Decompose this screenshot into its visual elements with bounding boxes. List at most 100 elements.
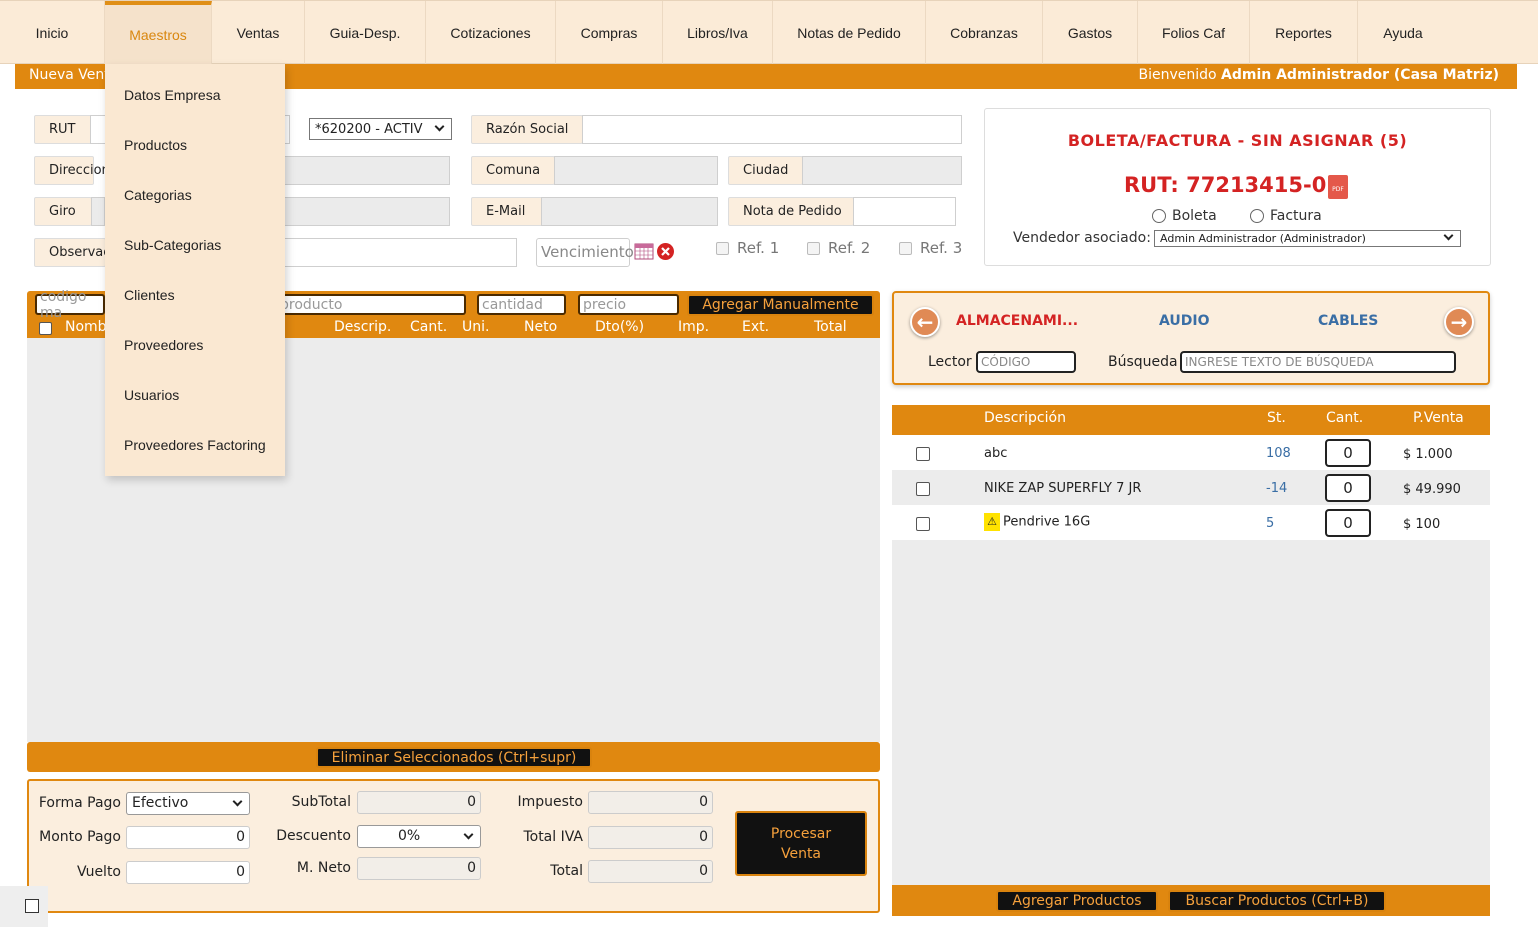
- observacion-field[interactable]: [280, 238, 517, 267]
- corner-panel: [0, 886, 48, 927]
- menu-item-proveedores-factoring[interactable]: Proveedores Factoring: [124, 437, 266, 453]
- nav-reportes[interactable]: Reportes: [1250, 1, 1358, 64]
- nav-cotizaciones[interactable]: Cotizaciones: [426, 1, 556, 64]
- vuelto-field[interactable]: 0: [126, 861, 250, 884]
- subtotal-label: SubTotal: [291, 794, 351, 810]
- nota-pedido-label: Nota de Pedido: [728, 197, 854, 226]
- boleta-radio[interactable]: Boleta: [1152, 208, 1217, 224]
- nota-pedido-field[interactable]: [853, 197, 956, 226]
- nav-maestros[interactable]: Maestros: [105, 1, 212, 64]
- menu-item-usuarios[interactable]: Usuarios: [124, 387, 179, 403]
- lector-input[interactable]: CÓDIGO: [976, 351, 1076, 373]
- menu-item-clientes[interactable]: Clientes: [124, 287, 175, 303]
- add-manual-button[interactable]: Agregar Manualmente: [687, 294, 874, 316]
- ref-2-checkbox[interactable]: Ref. 2: [807, 239, 870, 257]
- maestros-dropdown: Datos Empresa Productos Categorias Sub-C…: [105, 64, 285, 476]
- vendedor-select[interactable]: Admin Administrador (Administrador): [1154, 230, 1461, 247]
- nav-cobranzas[interactable]: Cobranzas: [926, 1, 1043, 64]
- vencimiento-input[interactable]: Vencimiento: [536, 238, 634, 267]
- product-row[interactable]: ⚠ Pendrive 16G 5 0 $ 100: [892, 505, 1490, 540]
- product-checkbox[interactable]: [916, 517, 930, 531]
- corner-checkbox[interactable]: [25, 899, 39, 913]
- busqueda-input[interactable]: INGRESE TEXTO DE BÚSQUEDA: [1180, 351, 1456, 373]
- precio-input[interactable]: precio: [578, 294, 679, 315]
- totals-panel: Forma Pago Efectivo Monto Pago 0 Vuelto …: [27, 779, 880, 913]
- product-row[interactable]: NIKE ZAP SUPERFLY 7 JR -14 0 $ 49.990: [892, 470, 1490, 505]
- descuento-select[interactable]: 0%: [357, 825, 481, 848]
- category-cables[interactable]: CABLES: [1318, 313, 1378, 329]
- observacion-label: Observac: [34, 238, 110, 267]
- comuna-field[interactable]: [554, 156, 718, 185]
- lector-label: Lector: [928, 354, 972, 370]
- product-stock[interactable]: -14: [1266, 481, 1287, 496]
- product-qty-input[interactable]: 0: [1325, 509, 1371, 537]
- col-cant: Cant.: [410, 319, 448, 335]
- menu-item-productos[interactable]: Productos: [124, 137, 187, 153]
- busqueda-label: Búsqueda: [1108, 354, 1178, 370]
- pdf-icon[interactable]: PDF: [1328, 175, 1348, 199]
- category-almacenamiento[interactable]: ALMACENAMI...: [956, 313, 1078, 329]
- menu-item-categorias[interactable]: Categorias: [124, 187, 192, 203]
- nav-libros-iva[interactable]: Libros/Iva: [663, 1, 773, 64]
- product-desc: ⚠ Pendrive 16G: [984, 513, 1090, 531]
- menu-item-proveedores[interactable]: Proveedores: [124, 337, 203, 353]
- col-descrip: Descrip.: [334, 319, 392, 335]
- forma-pago-select[interactable]: Efectivo: [126, 792, 250, 815]
- page-title: Nueva Vent: [29, 67, 110, 83]
- process-sale-button[interactable]: Procesar Venta: [735, 811, 867, 876]
- company-rut: RUT: 77213415-0: [1124, 173, 1327, 197]
- ref-3-checkbox[interactable]: Ref. 3: [899, 239, 962, 257]
- nav-guia-desp[interactable]: Guia-Desp.: [305, 1, 426, 64]
- m-neto-label: M. Neto: [296, 860, 351, 876]
- search-products-button[interactable]: Buscar Productos (Ctrl+B): [1168, 890, 1386, 912]
- nav-inicio[interactable]: Inicio: [0, 1, 105, 64]
- arrow-right-icon[interactable]: →: [1444, 307, 1474, 337]
- nav-compras[interactable]: Compras: [556, 1, 663, 64]
- arrow-left-icon[interactable]: ←: [910, 307, 940, 337]
- email-field[interactable]: [541, 197, 718, 226]
- direccion-field[interactable]: [280, 156, 450, 185]
- product-stock[interactable]: 108: [1266, 446, 1291, 461]
- clear-date-icon[interactable]: [656, 242, 675, 261]
- col-nombre: Nomb: [65, 319, 107, 335]
- cantidad-input[interactable]: cantidad: [477, 294, 566, 315]
- col-neto: Neto: [524, 319, 558, 335]
- product-checkbox[interactable]: [916, 482, 930, 496]
- ciudad-field[interactable]: [802, 156, 962, 185]
- product-qty-input[interactable]: 0: [1325, 474, 1371, 502]
- nav-ayuda[interactable]: Ayuda: [1358, 1, 1448, 64]
- add-products-button[interactable]: Agregar Productos: [996, 890, 1158, 912]
- menu-item-sub-categorias[interactable]: Sub-Categorias: [124, 237, 221, 253]
- forma-pago-label: Forma Pago: [38, 795, 121, 811]
- producto-input[interactable]: producto: [277, 294, 466, 315]
- nav-folios-caf[interactable]: Folios Caf: [1138, 1, 1250, 64]
- nav-ventas[interactable]: Ventas: [212, 1, 305, 64]
- product-qty-input[interactable]: 0: [1325, 439, 1371, 467]
- giro-field[interactable]: [280, 197, 450, 226]
- chevron-down-icon: [463, 829, 474, 840]
- product-row[interactable]: abc 108 0 $ 1.000: [892, 435, 1490, 470]
- nav-gastos[interactable]: Gastos: [1043, 1, 1138, 64]
- product-stock[interactable]: 5: [1266, 516, 1274, 531]
- factura-radio[interactable]: Factura: [1250, 208, 1322, 224]
- menu-item-datos-empresa[interactable]: Datos Empresa: [124, 87, 220, 103]
- impuesto-label: Impuesto: [517, 794, 584, 810]
- razon-social-field[interactable]: [582, 115, 962, 144]
- product-checkbox[interactable]: [916, 447, 930, 461]
- activity-select[interactable]: *620200 - ACTIV: [309, 118, 452, 140]
- product-price: $ 100: [1403, 517, 1441, 532]
- product-desc: abc: [984, 446, 1008, 461]
- nav-notas-pedido[interactable]: Notas de Pedido: [773, 1, 926, 64]
- col-descripcion: Descripción: [984, 410, 1066, 426]
- category-audio[interactable]: AUDIO: [1159, 313, 1210, 329]
- giro-field-left[interactable]: [91, 197, 105, 226]
- select-all-checkbox[interactable]: [39, 322, 52, 335]
- codigo-input[interactable]: codigo ma: [35, 289, 105, 321]
- calendar-icon[interactable]: [634, 243, 654, 260]
- ref-1-checkbox[interactable]: Ref. 1: [716, 239, 779, 257]
- col-imp: Imp.: [678, 319, 710, 335]
- delete-selected-button[interactable]: Eliminar Seleccionados (Ctrl+supr): [316, 747, 592, 768]
- col-cantidad: Cant.: [1326, 410, 1364, 426]
- chevron-down-icon: [434, 121, 445, 132]
- monto-pago-field[interactable]: 0: [126, 826, 250, 849]
